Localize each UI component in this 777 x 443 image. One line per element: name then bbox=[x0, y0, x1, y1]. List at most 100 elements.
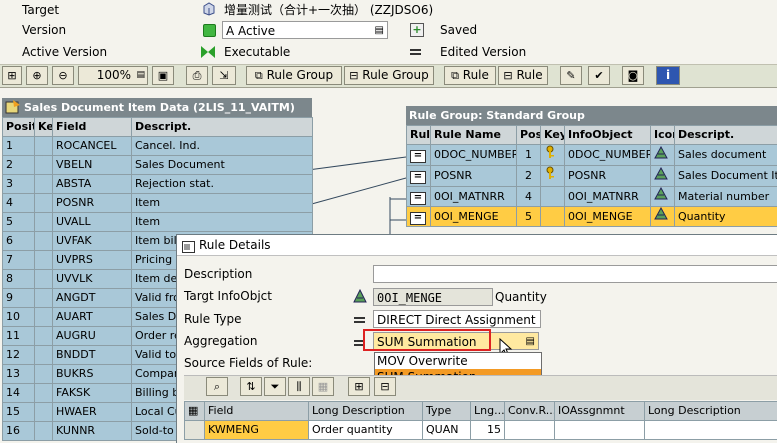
print-button[interactable]: ⎙ bbox=[186, 66, 208, 85]
aggregation-option-overwrite[interactable]: MOV Overwrite bbox=[375, 353, 541, 369]
columns-button[interactable]: ⫼ bbox=[288, 377, 310, 396]
rule-details-icon[interactable]: = bbox=[410, 192, 426, 205]
col-key[interactable]: Key bbox=[541, 126, 565, 145]
rule-details-icon[interactable]: = bbox=[410, 212, 426, 225]
export-button[interactable]: ⇲ bbox=[212, 66, 236, 85]
col-length[interactable]: Lng... bbox=[471, 402, 505, 421]
zoom-select[interactable]: 100% ▤ bbox=[78, 66, 148, 85]
rule-group-table: Rule Group: Standard Group Rule Rule Nam… bbox=[406, 106, 777, 227]
key-cell bbox=[35, 308, 53, 327]
sort-button[interactable]: ⇅ bbox=[240, 377, 262, 396]
rule-type-icon bbox=[354, 317, 365, 323]
rule-edit-cell[interactable]: = bbox=[407, 207, 431, 227]
layout-button[interactable]: ⊞ bbox=[2, 66, 22, 85]
col-long-description-2[interactable]: Long Description bbox=[645, 402, 777, 421]
dropdown-icon[interactable]: ▤ bbox=[526, 333, 535, 351]
table-row[interactable]: =0DOC_NUMBER10DOC_NUMBERSales document bbox=[407, 145, 777, 166]
field-cell[interactable]: KWMENG bbox=[205, 421, 309, 440]
position-cell: 10 bbox=[3, 308, 35, 327]
table-row[interactable]: KWMENG Order quantity QUAN 15 bbox=[185, 421, 777, 440]
infoobject-icon bbox=[353, 289, 367, 306]
overview-button[interactable]: ▣ bbox=[152, 66, 174, 85]
rule-edit-cell[interactable]: = bbox=[407, 166, 431, 187]
table-row[interactable]: =0OI_MATNRR40OI_MATNRRMaterial number bbox=[407, 187, 777, 207]
key-cell bbox=[35, 194, 53, 213]
rule-edit-cell[interactable]: = bbox=[407, 187, 431, 207]
io-assignment-cell[interactable] bbox=[555, 421, 645, 440]
magnifier-icon: ⌕ bbox=[214, 380, 220, 393]
col-field[interactable]: Field bbox=[205, 402, 309, 421]
rule-button-1[interactable]: ⧉ Rule bbox=[444, 66, 496, 85]
key-cell bbox=[35, 327, 53, 346]
col-key[interactable]: Ke bbox=[35, 118, 53, 137]
target-infoobject-field: 0OI_MENGE bbox=[373, 288, 493, 306]
zoom-out-button[interactable]: ⊖ bbox=[52, 66, 74, 85]
col-field[interactable]: Field bbox=[53, 118, 132, 137]
rule-group-button-2[interactable]: ⊟ Rule Group bbox=[344, 66, 434, 85]
rule-group-button-1[interactable]: ⧉ Rule Group bbox=[246, 66, 342, 85]
table-row[interactable]: 3ABSTARejection stat. bbox=[3, 175, 313, 194]
field-cell: AUART bbox=[53, 308, 132, 327]
info-button[interactable]: i bbox=[656, 66, 680, 85]
rule-create-icon: ⧉ bbox=[451, 69, 459, 82]
pos-cell: 1 bbox=[517, 145, 541, 166]
key-cell bbox=[35, 384, 53, 403]
rule-edit-cell[interactable]: = bbox=[407, 145, 431, 166]
col-rule[interactable]: Rule bbox=[407, 126, 431, 145]
dropdown-icon: ▤ bbox=[136, 67, 145, 84]
col-descript[interactable]: Descript. bbox=[675, 126, 777, 145]
rule-type-select[interactable]: DIRECT Direct Assignment bbox=[373, 310, 541, 328]
table-row[interactable]: =POSNR2POSNRSales Document Item bbox=[407, 166, 777, 187]
col-long-description[interactable]: Long Description bbox=[309, 402, 423, 421]
rule-button-2[interactable]: ⊟ Rule bbox=[498, 66, 548, 85]
key-cell bbox=[35, 270, 53, 289]
key-cell bbox=[541, 207, 565, 227]
col-description[interactable]: Descript. bbox=[132, 118, 313, 137]
row-selector[interactable] bbox=[185, 421, 205, 440]
field-cell: FAKSK bbox=[53, 384, 132, 403]
description-cell: Sales Document bbox=[132, 156, 313, 175]
table-row[interactable]: 4POSNRItem bbox=[3, 194, 313, 213]
add-row-button[interactable]: ⊞ bbox=[348, 377, 370, 396]
navigate-button[interactable]: ◙ bbox=[622, 66, 644, 85]
rule-name-cell: 0OI_MENGE bbox=[431, 207, 517, 227]
table-row[interactable]: 2VBELNSales Document bbox=[3, 156, 313, 175]
field-cell: UVFAK bbox=[53, 232, 132, 251]
col-conv-routine[interactable]: Conv.R... bbox=[505, 402, 555, 421]
zoom-in-button[interactable]: ⊕ bbox=[26, 66, 48, 85]
field-connector-lines bbox=[300, 140, 412, 240]
datasource-icon bbox=[5, 99, 21, 121]
table-row[interactable]: =0OI_MENGE50OI_MENGEQuantity bbox=[407, 207, 777, 227]
icon-cell bbox=[651, 187, 675, 207]
rule-group-delete-icon: ⊟ bbox=[349, 69, 358, 82]
active-status-icon bbox=[203, 24, 216, 37]
layout-button[interactable]: ▦ bbox=[312, 377, 334, 396]
position-cell: 16 bbox=[3, 422, 35, 441]
position-cell: 1 bbox=[3, 137, 35, 156]
col-io-assignment[interactable]: IOAssgnmnt bbox=[555, 402, 645, 421]
table-row[interactable]: 5UVALLItem bbox=[3, 213, 313, 232]
rule-group-2-label: Rule Group bbox=[362, 68, 428, 82]
field-cell: ROCANCEL bbox=[53, 137, 132, 156]
position-cell: 12 bbox=[3, 346, 35, 365]
col-rule-name[interactable]: Rule Name bbox=[431, 126, 517, 145]
version-field[interactable]: A Active ▤ bbox=[222, 21, 388, 39]
rule-details-icon[interactable]: = bbox=[410, 150, 426, 163]
col-type[interactable]: Type bbox=[423, 402, 471, 421]
details-button[interactable]: ⌕ bbox=[206, 377, 228, 396]
delete-row-button[interactable]: ⊟ bbox=[374, 377, 396, 396]
table-row[interactable]: 1ROCANCELCancel. Ind. bbox=[3, 137, 313, 156]
col-infoobject[interactable]: InfoObject bbox=[565, 126, 651, 145]
col-icon[interactable]: Icon bbox=[651, 126, 675, 145]
edited-version-label: Edited Version bbox=[440, 42, 526, 62]
description-input[interactable] bbox=[373, 265, 777, 283]
edit-button[interactable]: ✎ bbox=[560, 66, 582, 85]
filter-button[interactable]: ⏷ bbox=[264, 377, 286, 396]
check-button[interactable]: ✔ bbox=[588, 66, 610, 85]
value-help-icon[interactable]: ▤ bbox=[375, 22, 384, 40]
rule-details-icon[interactable]: = bbox=[410, 171, 426, 184]
col-pos[interactable]: Pos bbox=[517, 126, 541, 145]
description-cell: Rejection stat. bbox=[132, 175, 313, 194]
row-selector-header[interactable]: ▦ bbox=[185, 402, 205, 421]
icon-cell bbox=[651, 145, 675, 166]
